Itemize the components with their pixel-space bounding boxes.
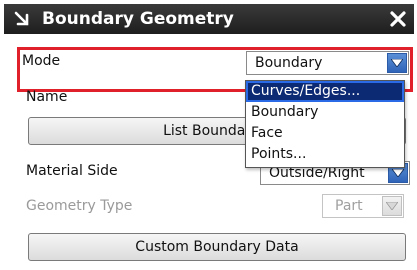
dialog-title: Boundary Geometry	[42, 9, 234, 29]
custom-boundary-data-label: Custom Boundary Data	[135, 239, 299, 255]
collapse-arrow-icon[interactable]	[12, 9, 32, 29]
geometry-type-value: Part	[335, 198, 363, 214]
chevron-down-icon	[382, 196, 402, 216]
dropdown-option-boundary[interactable]: Boundary	[246, 102, 404, 123]
dropdown-option-face[interactable]: Face	[246, 123, 404, 144]
close-icon[interactable]	[388, 9, 408, 29]
material-side-label: Material Side	[26, 163, 118, 179]
boundary-geometry-dialog: Boundary Geometry Mode Boundary Name Lis…	[0, 0, 417, 270]
geometry-type-label: Geometry Type	[26, 198, 133, 214]
mode-dropdown-list: Curves/Edges... Boundary Face Points...	[245, 80, 405, 168]
name-label: Name	[26, 89, 68, 105]
dialog-titlebar: Boundary Geometry	[4, 4, 414, 34]
custom-boundary-data-button[interactable]: Custom Boundary Data	[28, 233, 406, 261]
geometry-type-select: Part	[322, 194, 404, 218]
dropdown-option-curves-edges[interactable]: Curves/Edges...	[246, 81, 404, 102]
dropdown-option-points[interactable]: Points...	[246, 144, 404, 165]
